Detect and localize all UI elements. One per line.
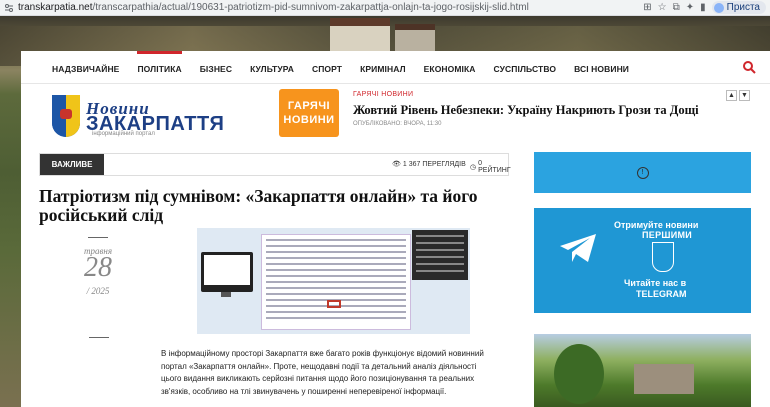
telegram-line3: Читайте нас в: [624, 278, 687, 288]
nav-item[interactable]: СУСПІЛЬСТВО: [494, 51, 557, 84]
sidebar-icon[interactable]: ▮: [700, 2, 706, 13]
clock-icon: ◷: [470, 164, 477, 171]
telegram-banner[interactable]: Отримуйте новини ПЕРШИМИ Читайте нас в T…: [534, 208, 751, 313]
date-year: / 2025: [86, 286, 110, 296]
browser-toolbar: transkarpatia.net/transcarpathia/actual/…: [0, 0, 770, 16]
category-tag[interactable]: ВАЖЛИВЕ: [40, 154, 104, 175]
telegram-line2: ПЕРШИМИ: [642, 230, 693, 240]
hot-news-title-link[interactable]: Жовтий Рівень Небезпеки: Україну Накриют…: [353, 103, 699, 118]
profile-label: Приста: [726, 2, 760, 13]
ticker-controls: ▲ ▼: [726, 90, 750, 101]
hot-news-badge: ГАРЯЧІ НОВИНИ: [279, 89, 339, 137]
telegram-plane-icon: [560, 234, 596, 262]
nav-item[interactable]: БІЗНЕС: [200, 51, 232, 84]
hot-news-category: ГАРЯЧІ НОВИНИ: [353, 91, 414, 98]
chevron-up-icon[interactable]: ▲: [726, 90, 737, 101]
profile-button[interactable]: Приста: [711, 1, 766, 14]
views-counter: 👁 1 367 ПЕРЕГЛЯДІВ: [392, 160, 466, 169]
nav-item[interactable]: ПОЛІТИКА: [137, 50, 182, 84]
address-bar[interactable]: transkarpatia.net/transcarpathia/actual/…: [18, 2, 639, 13]
eye-icon: 👁: [392, 161, 401, 168]
chevron-down-icon[interactable]: ▼: [739, 90, 750, 101]
extension-icon[interactable]: ⧉: [673, 2, 680, 13]
url-host: transkarpatia.net: [18, 2, 93, 13]
date-day: 28: [84, 252, 112, 283]
sidebar-ad-banner[interactable]: !: [534, 152, 751, 193]
rating-text: 0 РЕЙТИНГ: [478, 160, 511, 174]
telegram-line1: Отримуйте новини: [614, 220, 699, 230]
nav-item[interactable]: ВСІ НОВИНИ: [574, 51, 629, 84]
nav-item[interactable]: ЕКОНОМІКА: [424, 51, 476, 84]
article-image[interactable]: [197, 228, 470, 334]
coat-of-arms-outline-icon: [652, 242, 674, 272]
hot-badge-line2: НОВИНИ: [283, 114, 335, 126]
article-title: Патріотизм під сумнівом: «Закарпаття онл…: [39, 186, 478, 225]
extensions-puzzle-icon[interactable]: ✦: [686, 2, 694, 13]
site-logo[interactable]: Новини ЗАКАРПАТТЯ інформаційний портал: [52, 95, 252, 139]
install-icon[interactable]: ⊞: [643, 2, 651, 13]
hot-badge-line1: ГАРЯЧІ: [287, 100, 331, 112]
bookmark-star-icon[interactable]: ☆: [658, 2, 667, 13]
coat-of-arms-icon: [52, 95, 80, 137]
nav-item[interactable]: СПОРТ: [312, 51, 342, 84]
nav-item[interactable]: КУЛЬТУРА: [250, 51, 294, 84]
nav-item[interactable]: КРИМІНАЛ: [360, 51, 406, 84]
hot-news-meta: ОПУБЛІКОВАНО: ВЧОРА, 11:30: [353, 121, 442, 127]
article-date: травня 28 / 2025: [63, 237, 133, 338]
sidebar-photo[interactable]: [534, 334, 751, 407]
info-icon: !: [636, 166, 649, 179]
main-nav: НАДЗВИЧАЙНЕ ПОЛІТИКА БІЗНЕС КУЛЬТУРА СПОРТ КР…: [21, 50, 770, 84]
telegram-line4: TELEGRAM: [636, 289, 687, 299]
rating-counter: ◷ 0 РЕЙТИНГ: [470, 160, 511, 174]
site-info-icon[interactable]: [0, 0, 18, 16]
page-content: НАДЗВИЧАЙНЕ ПОЛІТИКА БІЗНЕС КУЛЬТУРА СПОРТ КР…: [21, 50, 770, 407]
avatar: [713, 2, 724, 13]
article-meta-bar: ВАЖЛИВЕ 👁 1 367 ПЕРЕГЛЯДІВ ◷ 0 РЕЙТИНГ: [39, 153, 511, 176]
search-icon[interactable]: [742, 60, 756, 74]
logo-tagline: інформаційний портал: [92, 131, 155, 137]
article-body: В інформаційному просторі Закарпаття вже…: [161, 349, 484, 396]
nav-item[interactable]: НАДЗВИЧАЙНЕ: [52, 51, 119, 84]
views-text: 1 367 ПЕРЕГЛЯДІВ: [402, 160, 466, 168]
url-path: /transcarpathia/actual/190631-patriotizm…: [92, 2, 529, 13]
